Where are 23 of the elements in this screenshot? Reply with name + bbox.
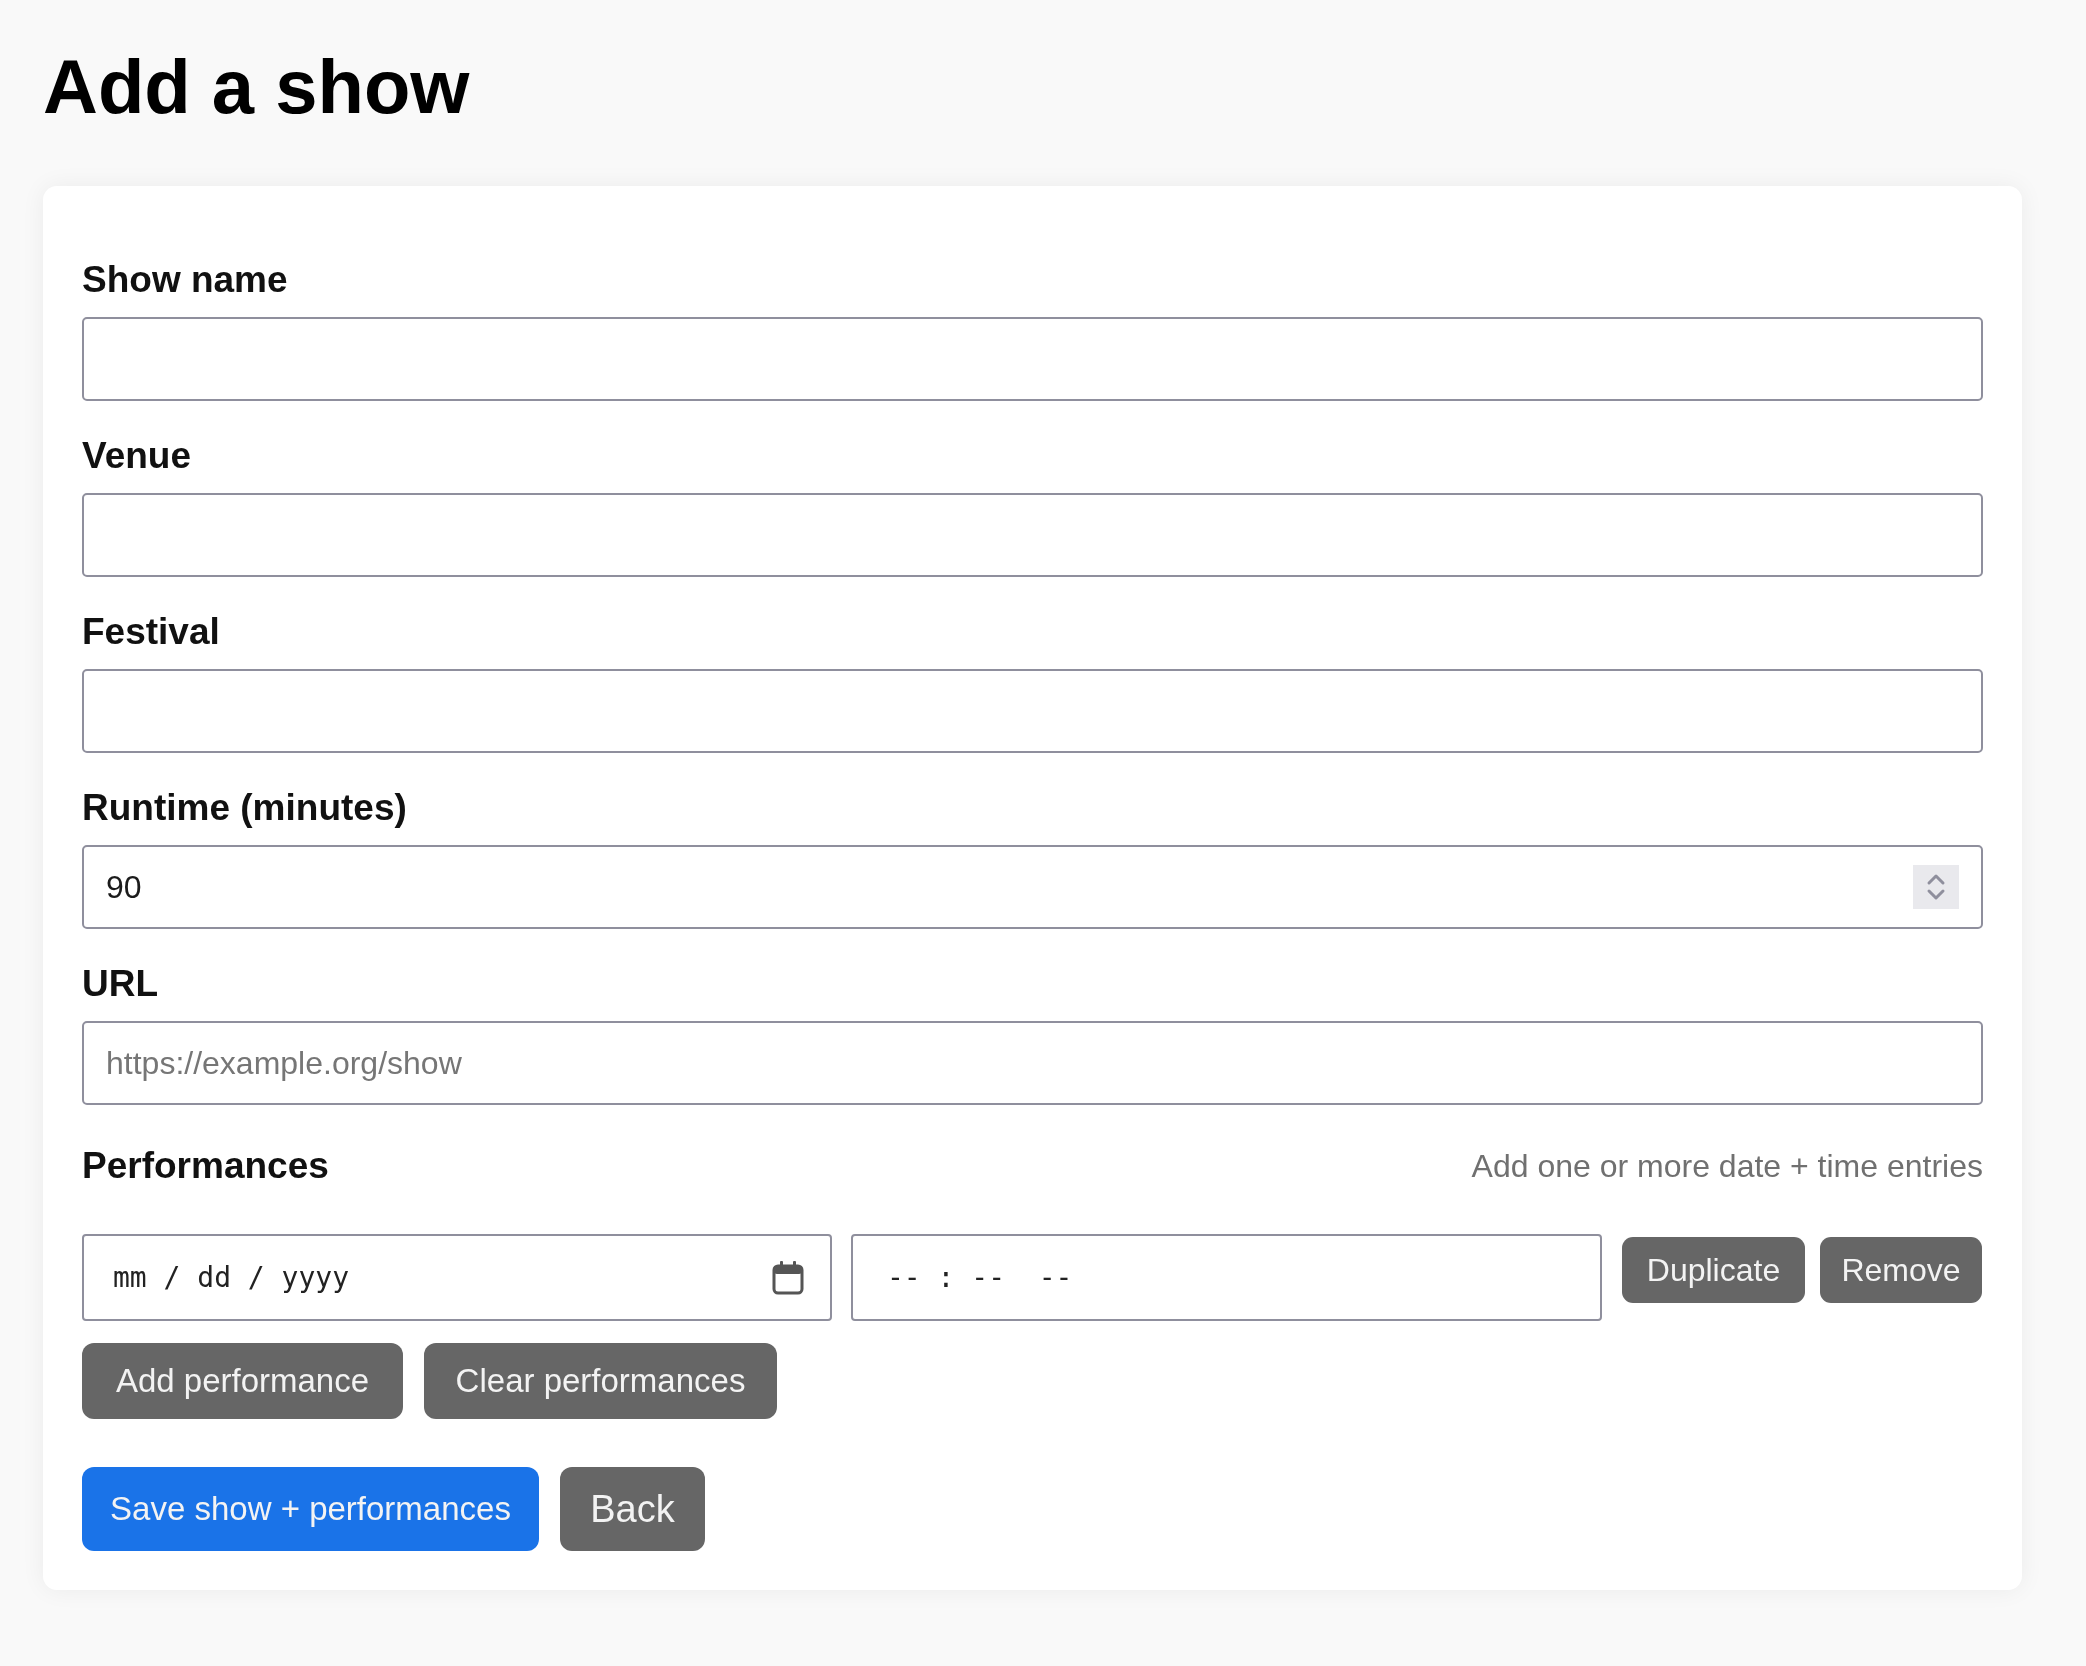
stepper-icon[interactable] xyxy=(1913,865,1959,909)
text-field[interactable]: https://example.org/show xyxy=(82,1021,1983,1105)
date-field[interactable]: mm / dd / yyyy xyxy=(82,1234,832,1321)
save-button[interactable]: Save show + performances xyxy=(82,1467,539,1551)
row-action-button[interactable]: Remove xyxy=(1820,1237,1982,1303)
time-field[interactable]: -- : -- -- xyxy=(851,1234,1602,1321)
section-heading: Performances xyxy=(82,1144,329,1188)
text-field[interactable] xyxy=(82,317,1983,401)
text-field[interactable] xyxy=(82,493,1983,577)
row-action-button[interactable]: Duplicate xyxy=(1622,1237,1805,1303)
number-field[interactable]: 90 xyxy=(82,845,1983,929)
field-label: Runtime (minutes) xyxy=(82,786,407,830)
performance-button[interactable]: Clear performances xyxy=(424,1343,777,1419)
field-label: URL xyxy=(82,962,159,1006)
field-label: Venue xyxy=(82,434,191,478)
field-label: Festival xyxy=(82,610,220,654)
field-label: Show name xyxy=(82,258,288,302)
text-field[interactable] xyxy=(82,669,1983,753)
performance-button[interactable]: Add performance xyxy=(82,1343,403,1419)
hint-text: Add one or more date + time entries xyxy=(1471,1147,1983,1186)
page-title: Add a show xyxy=(43,43,470,131)
back-button[interactable]: Back xyxy=(560,1467,705,1551)
calendar-icon[interactable] xyxy=(772,1260,804,1295)
